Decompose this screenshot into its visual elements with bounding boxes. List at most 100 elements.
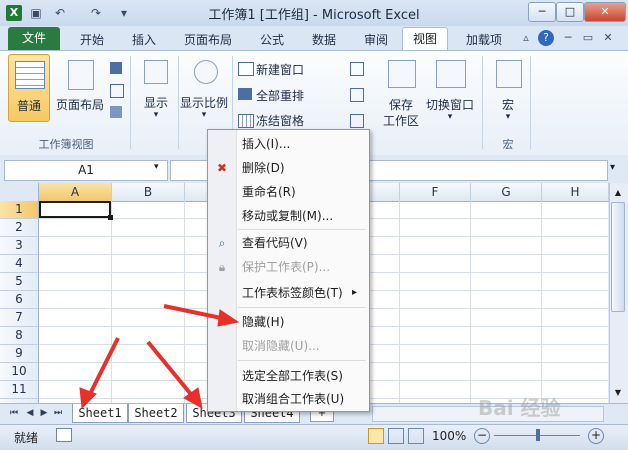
menu-item-ungroup-sheets[interactable]: 取消组合工作表(U) [208, 387, 369, 411]
menu-item-tab-color[interactable]: 工作表标签颜色(T) ▸ [208, 281, 369, 305]
save-workspace-button[interactable]: 保存 工作区 [378, 56, 424, 128]
tab-page-layout[interactable]: 页面布局 [176, 30, 240, 50]
arrange-all-button[interactable]: 全部重排 [256, 87, 304, 104]
freeze-panes-icon [238, 114, 254, 128]
name-box-dropdown-icon[interactable]: ▾ [154, 162, 159, 172]
new-window-button[interactable]: 新建窗口 [256, 61, 304, 78]
menu-item-label: 删除(D) [242, 161, 285, 175]
row-header-11[interactable]: 11 [0, 381, 39, 399]
menu-item-rename[interactable]: 重命名(R) [208, 180, 369, 204]
switch-windows-icon [436, 60, 466, 88]
menu-item-insert[interactable]: 插入(I)... [208, 132, 369, 156]
close-workbook-icon[interactable]: ✕ [600, 30, 616, 46]
row-header-4[interactable]: 4 [0, 255, 39, 273]
view-code-icon: ⌕ [218, 236, 226, 250]
tab-view[interactable]: 视图 [402, 27, 448, 51]
menu-item-label: 选定全部工作表(S) [242, 369, 343, 383]
hide-window-icon[interactable] [350, 88, 364, 102]
menu-item-view-code[interactable]: ⌕ 查看代码(V) [208, 231, 369, 255]
minimize-ribbon-icon[interactable]: ▵ [518, 30, 534, 46]
zoom-slider-thumb[interactable] [536, 429, 540, 441]
freeze-panes-button[interactable]: 冻结窗格 [256, 112, 304, 129]
zoom-dropdown-icon: ▾ [201, 110, 207, 120]
restore-workbook-icon[interactable]: ▭ [580, 30, 596, 46]
row-header-6[interactable]: 6 [0, 291, 39, 309]
menu-item-label: 移动或复制(M)... [242, 209, 334, 223]
macros-button[interactable]: 宏 ▾ [490, 56, 526, 126]
expand-formula-bar-icon[interactable]: ▾ [610, 162, 615, 173]
tab-formulas[interactable]: 公式 [252, 30, 292, 50]
macros-dropdown-icon: ▾ [505, 112, 511, 122]
tab-home[interactable]: 开始 [72, 30, 112, 50]
prev-sheet-icon[interactable]: ◀ [24, 406, 36, 420]
custom-views-icon[interactable] [110, 84, 124, 98]
first-sheet-icon[interactable]: ⏮ [8, 406, 20, 420]
menu-item-select-all-sheets[interactable]: 选定全部工作表(S) [208, 364, 369, 388]
row-header-5[interactable]: 5 [0, 273, 39, 291]
arrange-all-icon [238, 88, 252, 100]
column-header-h[interactable]: H [542, 183, 609, 202]
normal-view-status-icon[interactable] [368, 428, 384, 444]
scroll-up-icon[interactable]: ▲ [611, 186, 625, 200]
row-header-9[interactable]: 9 [0, 345, 39, 363]
menu-item-label: 插入(I)... [242, 137, 291, 151]
help-icon[interactable]: ? [538, 30, 554, 46]
unhide-window-icon[interactable] [350, 114, 364, 128]
next-sheet-icon[interactable]: ▶ [38, 406, 50, 420]
row-header-1[interactable]: 1 [0, 201, 39, 219]
menu-item-unhide[interactable]: 取消隐藏(U)... [208, 334, 369, 358]
row-header-3[interactable]: 3 [0, 237, 39, 255]
fill-handle[interactable] [108, 215, 113, 220]
zoom-button[interactable]: 显示比例 ▾ [180, 56, 228, 126]
zoom-out-icon[interactable]: − [474, 428, 490, 444]
full-screen-icon[interactable] [110, 106, 122, 118]
menu-item-hide[interactable]: 隐藏(H) [208, 310, 369, 334]
row-header-2[interactable]: 2 [0, 219, 39, 237]
tab-data[interactable]: 数据 [304, 30, 344, 50]
last-sheet-icon[interactable]: ⏭ [52, 406, 64, 420]
show-label: 显示 [143, 96, 168, 110]
row-header-8[interactable]: 8 [0, 327, 39, 345]
menu-separator [238, 360, 366, 361]
tab-file[interactable]: 文件 [8, 27, 60, 50]
page-break-preview-icon[interactable] [110, 62, 122, 74]
sheet-tab-sheet2[interactable]: Sheet2 [128, 404, 184, 423]
page-layout-status-icon[interactable] [388, 428, 404, 444]
active-cell-a1[interactable] [39, 201, 111, 218]
sheet-tab-sheet1[interactable]: Sheet1 [72, 404, 128, 423]
select-all-corner[interactable] [0, 183, 39, 202]
column-header-g[interactable]: G [471, 183, 542, 202]
column-header-b[interactable]: B [112, 183, 185, 202]
minimize-button[interactable]: ─ [528, 2, 556, 22]
macro-record-icon[interactable] [56, 428, 72, 442]
menu-item-move-copy[interactable]: 移动或复制(M)... [208, 204, 369, 228]
tab-insert[interactable]: 插入 [124, 30, 164, 50]
column-header-f[interactable]: F [400, 183, 471, 202]
name-box[interactable]: A1 [4, 160, 168, 181]
switch-windows-label: 切换窗口 [425, 98, 474, 112]
zoom-level[interactable]: 100% [432, 429, 466, 443]
scroll-thumb[interactable] [611, 202, 625, 312]
zoom-in-icon[interactable]: + [588, 428, 604, 444]
row-header-7[interactable]: 7 [0, 309, 39, 327]
menu-item-label: 工作表标签颜色(T) [242, 286, 343, 300]
submenu-arrow-icon: ▸ [352, 287, 358, 298]
menu-item-protect-sheet[interactable]: 🔒︎ 保护工作表(P)... [208, 255, 369, 279]
page-break-status-icon[interactable] [408, 428, 424, 444]
scroll-down-icon[interactable]: ▼ [611, 386, 625, 400]
normal-view-button[interactable]: 普通 [8, 54, 50, 122]
tab-add-ins[interactable]: 加载项 [458, 30, 510, 50]
split-icon[interactable] [350, 62, 364, 76]
column-header-a[interactable]: A [39, 183, 112, 202]
row-header-10[interactable]: 10 [0, 363, 39, 381]
page-layout-view-button[interactable]: 页面布局 [56, 56, 104, 116]
page-layout-icon [68, 60, 94, 90]
tab-review[interactable]: 审阅 [356, 30, 396, 50]
show-button[interactable]: 显示 ▾ [138, 56, 174, 126]
close-button[interactable]: ✕ [584, 2, 626, 22]
status-ready: 就绪 [14, 431, 39, 445]
restore-window-icon[interactable]: ─ [560, 30, 576, 46]
switch-windows-button[interactable]: 切换窗口 ▾ [424, 56, 476, 126]
maximize-button[interactable]: □ [556, 2, 584, 22]
menu-item-delete[interactable]: ✖ 删除(D) [208, 156, 369, 180]
